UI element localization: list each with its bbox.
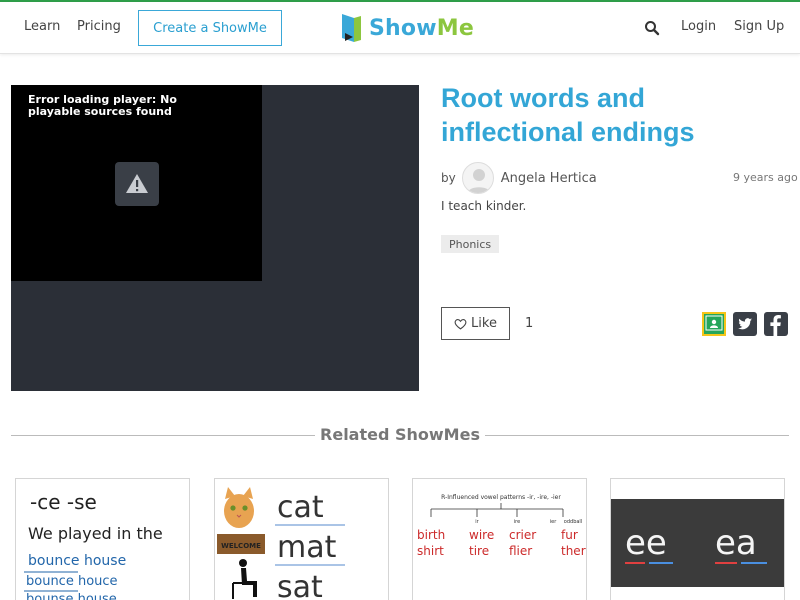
facebook-share-icon[interactable] (764, 312, 788, 336)
tag-phonics[interactable]: Phonics (441, 235, 500, 253)
avatar[interactable] (461, 162, 494, 194)
related-card-r-influenced[interactable]: R-Influenced vowel patterns -ir, -ire, -… (412, 478, 587, 600)
logo-text-show: Show (369, 15, 437, 41)
related-divider-left (11, 435, 315, 436)
heart-icon (454, 318, 467, 330)
twitter-share-icon[interactable] (733, 312, 757, 336)
nav-signup-link[interactable]: Sign Up (734, 19, 784, 34)
by-label: by (441, 171, 456, 185)
create-showme-button[interactable]: Create a ShowMe (138, 10, 282, 46)
card1-line-4: bounce houce (26, 574, 118, 589)
upload-time: 9 years ago (733, 171, 798, 184)
cat-picture-icon (224, 487, 254, 528)
user-avatar-icon (467, 169, 491, 193)
showme-logo-icon (340, 13, 362, 43)
nav-learn-link[interactable]: Learn (24, 19, 60, 34)
card3-col-ir: ir (475, 519, 479, 525)
warning-icon (126, 174, 148, 193)
card3-r2-1: shirt (417, 544, 444, 558)
card2-word-2: mat (277, 530, 337, 565)
card1-line-5: bounse house (26, 592, 117, 600)
card3-r2-2: tire (469, 544, 489, 558)
showme-description: I teach kinder. (441, 199, 527, 213)
related-card-ce-se[interactable]: -ce -se We played in the bounce house bo… (15, 478, 190, 600)
related-divider-right (485, 435, 789, 436)
card-thumbnail-at-family: WELCOME cat mat sat (217, 487, 345, 600)
card4-word-2: ea (715, 523, 757, 563)
card-thumbnail-r-influenced: R-Influenced vowel patterns -ir, -ire, -… (417, 494, 586, 558)
card-thumbnail-ce-se: -ce -se We played in the bounce house bo… (24, 490, 163, 600)
like-count: 1 (525, 316, 534, 331)
card3-oddball: oddball (564, 519, 582, 525)
card2-word-1: cat (277, 490, 324, 525)
player-error-message: Error loading player: No playable source… (28, 93, 177, 118)
card3-r1-1: birth (417, 528, 445, 542)
card3-col-ier: ier (550, 519, 557, 525)
card3-col-ire: ire (514, 519, 520, 525)
author-name-link[interactable]: Angela Hertica (501, 171, 597, 186)
related-card-at-family[interactable]: WELCOME cat mat sat (214, 478, 389, 600)
google-classroom-share-icon[interactable] (702, 312, 726, 336)
related-card-ee-ea[interactable]: ee ea (610, 478, 785, 600)
sitting-person-icon (232, 559, 257, 599)
welcome-mat-icon: WELCOME (217, 534, 265, 554)
welcome-mat-label: WELCOME (221, 542, 261, 550)
card1-line-2: We played in the (28, 524, 163, 543)
card2-word-3: sat (277, 570, 323, 600)
card-thumbnail-ee-ea: ee ea (611, 499, 784, 587)
video-player[interactable]: Error loading player: No playable source… (11, 85, 419, 391)
search-icon[interactable] (644, 20, 660, 36)
card3-r1-2: wire (469, 528, 494, 542)
like-label: Like (471, 316, 497, 331)
showme-title: Root words and inflectional endings (441, 83, 695, 147)
card3-r2-3: flier (509, 544, 532, 558)
card3-r1-3: crier (509, 528, 536, 542)
card1-line-3: bounce house (28, 553, 126, 569)
top-navigation: Learn Pricing Create a ShowMe ShowMe Log… (0, 2, 800, 54)
card1-line-1: -ce -se (30, 490, 97, 514)
related-showmes-heading: Related ShowMes (320, 425, 480, 444)
player-warning (115, 162, 159, 206)
card3-header: R-Influenced vowel patterns -ir, -ire, -… (441, 494, 561, 501)
player-screen: Error loading player: No playable source… (11, 85, 262, 281)
card3-r1-4: fur (561, 528, 578, 542)
logo-text-me: Me (436, 15, 474, 41)
card3-r2-4: ther (561, 544, 586, 558)
showme-logo[interactable]: ShowMe (340, 12, 474, 44)
nav-login-link[interactable]: Login (681, 19, 716, 34)
like-button[interactable]: Like (441, 307, 510, 340)
card4-word-1: ee (625, 523, 667, 563)
nav-pricing-link[interactable]: Pricing (77, 19, 121, 34)
author-byline: by Angela Hertica (441, 162, 597, 194)
